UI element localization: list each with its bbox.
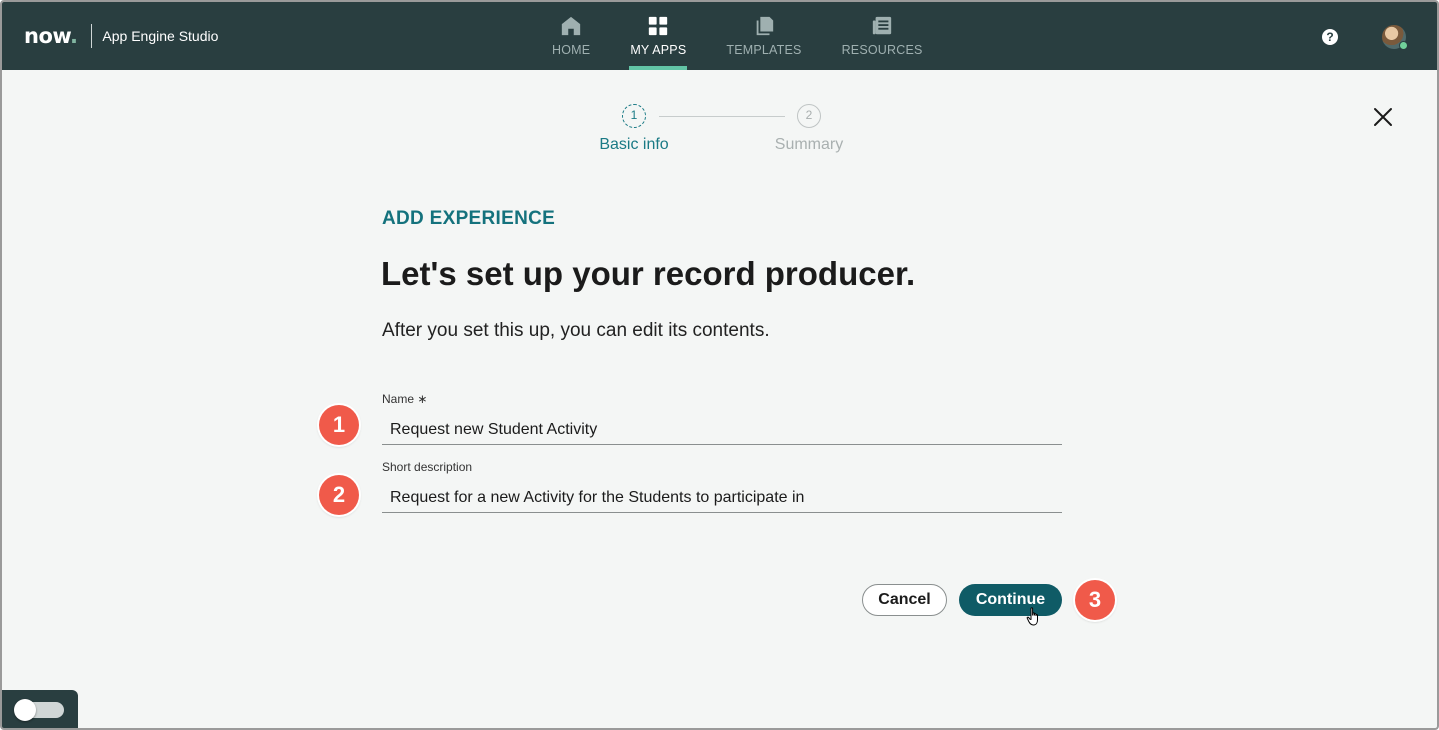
page-eyebrow: ADD EXPERIENCE bbox=[382, 208, 556, 229]
presence-indicator bbox=[1399, 41, 1408, 50]
templates-icon bbox=[756, 16, 774, 36]
nav-templates[interactable]: TEMPLATES bbox=[706, 2, 821, 70]
toggle-switch[interactable] bbox=[14, 699, 64, 721]
avatar[interactable] bbox=[1382, 25, 1408, 50]
callout-2: 2 bbox=[319, 475, 359, 515]
callout-1: 1 bbox=[319, 405, 359, 445]
nav-resources-label: RESOURCES bbox=[841, 43, 923, 57]
brand[interactable]: now. App Engine Studio bbox=[24, 24, 218, 48]
help-icon[interactable]: ? bbox=[1322, 29, 1338, 45]
hand-cursor-icon bbox=[1026, 607, 1038, 626]
nav-my-apps[interactable]: MY APPS bbox=[610, 2, 706, 70]
nav-resources[interactable]: RESOURCES bbox=[822, 2, 943, 70]
brand-divider bbox=[91, 24, 93, 48]
page-subtitle: After you set this up, you can edit its … bbox=[382, 320, 770, 341]
nav-home-label: HOME bbox=[552, 43, 591, 57]
top-navigation-bar: now. App Engine Studio HOME MY APPS TEMP… bbox=[2, 2, 1437, 70]
name-field-label: Name ∗ bbox=[382, 392, 428, 406]
nav-templates-label: TEMPLATES bbox=[726, 43, 802, 57]
step-2-label: Summary bbox=[774, 136, 844, 153]
now-logo: now. bbox=[24, 24, 78, 48]
wizard-stepper: 1 Basic info 2 Summary bbox=[582, 104, 882, 164]
step-1-label: Basic info bbox=[599, 136, 669, 153]
short-description-field: Short description bbox=[382, 460, 1062, 513]
toggle-container bbox=[2, 690, 78, 728]
app-title: App Engine Studio bbox=[102, 28, 219, 44]
callout-3: 3 bbox=[1075, 580, 1115, 620]
app-window: now. App Engine Studio HOME MY APPS TEMP… bbox=[0, 0, 1439, 730]
short-description-input[interactable] bbox=[382, 483, 1062, 513]
grid-icon bbox=[649, 16, 668, 36]
page-title: Let's set up your record producer. bbox=[381, 255, 916, 292]
cancel-button[interactable]: Cancel bbox=[862, 584, 947, 616]
main-nav: HOME MY APPS TEMPLATES RESOURCES bbox=[532, 2, 943, 70]
name-input[interactable] bbox=[382, 415, 1062, 445]
name-field: Name ∗ bbox=[382, 392, 1062, 445]
step-2-number: 2 bbox=[797, 104, 821, 128]
step-basic-info[interactable]: 1 Basic info bbox=[579, 104, 689, 154]
nav-my-apps-label: MY APPS bbox=[630, 43, 687, 57]
home-icon bbox=[561, 16, 581, 36]
nav-home[interactable]: HOME bbox=[532, 2, 610, 70]
step-1-number: 1 bbox=[622, 104, 646, 128]
step-summary[interactable]: 2 Summary bbox=[754, 104, 864, 154]
close-icon[interactable] bbox=[1372, 106, 1394, 128]
continue-button[interactable]: Continue bbox=[959, 584, 1062, 616]
short-description-label: Short description bbox=[382, 460, 473, 474]
resources-icon bbox=[872, 16, 892, 35]
toggle-knob bbox=[14, 699, 36, 721]
